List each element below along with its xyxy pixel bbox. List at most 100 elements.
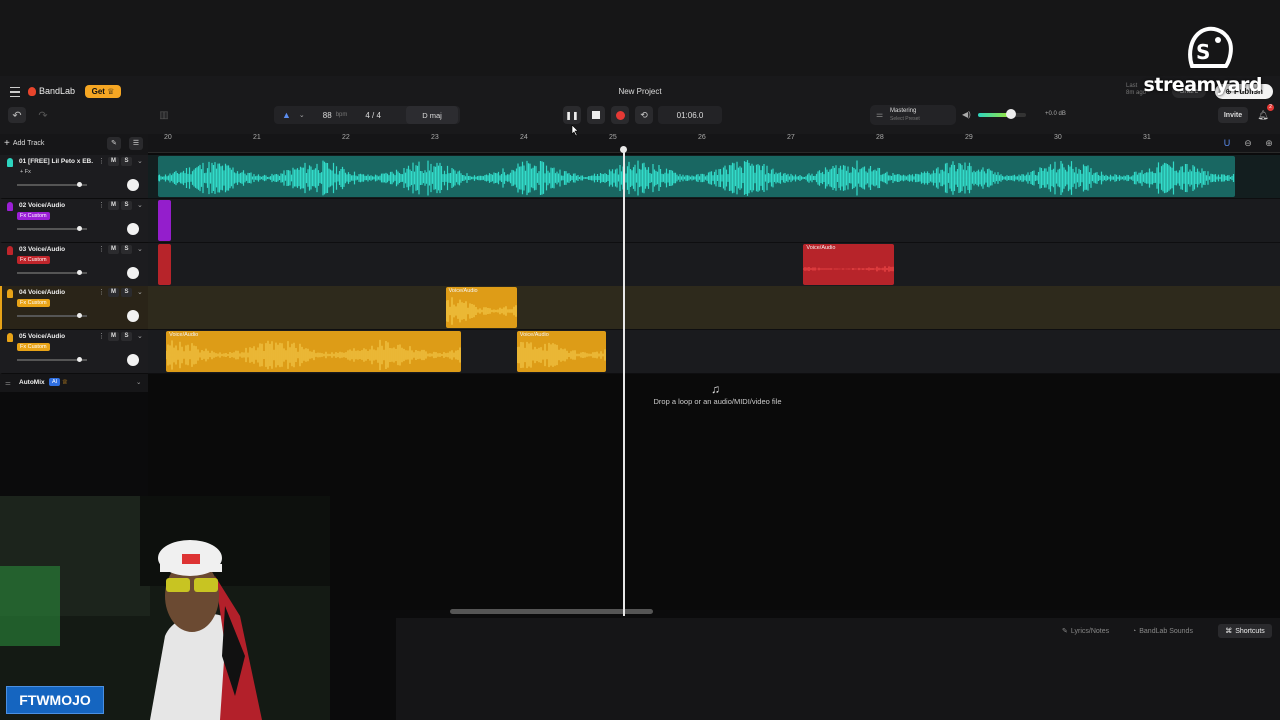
track-name[interactable]: 03 Voice/Audio	[19, 246, 65, 253]
more-icon[interactable]: ⋮	[98, 332, 105, 340]
track-header[interactable]: 01 [FREE] Lil Peto x EB... + Fx ⋮ M S ⌄	[0, 155, 150, 199]
metronome-icon[interactable]: ▲	[282, 110, 291, 120]
redo-button[interactable]: ↷	[34, 107, 52, 123]
chevron-down-icon[interactable]: ⌄	[136, 378, 141, 386]
zoom-out-icon[interactable]: ⊖	[1239, 135, 1257, 151]
bpm-value[interactable]: 88	[323, 111, 332, 120]
zoom-in-icon[interactable]: ⊕	[1260, 135, 1278, 151]
invite-button[interactable]: Invite	[1218, 107, 1248, 123]
arrangement-lanes[interactable]: Voice/Audio Voice/Audio Voice/Audio Voice/A…	[148, 152, 1280, 375]
track-volume-knob[interactable]	[77, 182, 82, 187]
track-lane[interactable]	[148, 242, 1280, 287]
chevron-down-icon[interactable]: ⌄	[137, 201, 143, 209]
ruler-bar-label: 21	[253, 134, 261, 141]
fx-badge[interactable]: Fx Custom	[17, 343, 50, 352]
chevron-down-icon[interactable]: ⌄	[299, 111, 305, 119]
more-icon[interactable]: ⋮	[98, 157, 105, 165]
track-volume-knob[interactable]	[77, 357, 82, 363]
pan-knob[interactable]	[127, 179, 139, 191]
stop-button[interactable]	[587, 106, 605, 124]
chevron-down-icon[interactable]: ⌄	[137, 157, 143, 165]
timeline-ruler[interactable]: 20 21 22 23 24 25 26 27 28 29 30 31	[148, 134, 1280, 153]
lyrics-notes-button[interactable]: ✎ Lyrics/Notes	[1062, 624, 1109, 638]
pan-knob[interactable]	[127, 266, 139, 279]
automix-row[interactable]: ⚌ AutoMix AI ♕ ⌄	[0, 377, 148, 391]
add-track-label: Add Track	[12, 140, 45, 147]
track-lane[interactable]	[148, 286, 1280, 331]
solo-button[interactable]: S	[121, 157, 132, 166]
pencil-icon[interactable]: ✎	[107, 137, 121, 150]
pause-button[interactable]: ❚❚	[563, 106, 581, 124]
shortcuts-button[interactable]: ⌘ Shortcuts	[1218, 624, 1272, 638]
streamyard-watermark: S streamyard	[1144, 22, 1263, 100]
track-name[interactable]: 05 Voice/Audio	[19, 333, 65, 340]
pan-knob[interactable]	[127, 354, 139, 367]
fx-badge[interactable]: Fx Custom	[17, 299, 50, 308]
audio-clip[interactable]: Voice/Audio	[445, 287, 517, 329]
audio-clip[interactable]: Voice/Audio	[166, 331, 461, 373]
pen-icon: ✎	[1062, 628, 1068, 635]
track-header[interactable]: 02 Voice/Audio Fx Custom ⋮ M S ⌄	[0, 198, 150, 243]
track-volume-knob[interactable]	[77, 225, 82, 231]
ruler-bar-label: 20	[164, 134, 172, 141]
crown-icon: ♕	[107, 87, 115, 96]
speaker-icon[interactable]: ◀)	[962, 110, 971, 119]
solo-button[interactable]: S	[121, 288, 132, 298]
pan-knob[interactable]	[127, 310, 139, 323]
record-button[interactable]	[611, 106, 629, 124]
track-name[interactable]: 02 Voice/Audio	[19, 202, 65, 209]
solo-button[interactable]: S	[121, 332, 132, 342]
mute-button[interactable]: M	[108, 288, 119, 298]
bandlab-logo[interactable]: BandLab	[28, 86, 75, 96]
solo-button[interactable]: S	[121, 244, 132, 254]
record-icon	[615, 110, 625, 120]
magnet-icon[interactable]: U	[1218, 135, 1236, 151]
playhead[interactable]	[623, 150, 625, 616]
mute-button[interactable]: M	[108, 244, 119, 254]
project-title[interactable]: New Project	[590, 87, 690, 96]
key-selector[interactable]: D maj	[406, 106, 458, 124]
track-name[interactable]: 04 Voice/Audio	[19, 289, 65, 296]
add-track-button[interactable]: + Add Track	[4, 137, 62, 150]
plus-icon: +	[4, 138, 10, 149]
mastering-button[interactable]: ⚌ Mastering Select Preset	[870, 105, 956, 125]
get-membership-button[interactable]: Get ♕	[85, 85, 121, 98]
solo-button[interactable]: S	[121, 200, 132, 210]
master-volume-slider[interactable]	[978, 113, 1026, 117]
master-volume-knob[interactable]	[1006, 109, 1016, 119]
pan-knob[interactable]	[127, 222, 139, 235]
mute-button[interactable]: M	[108, 157, 119, 166]
track-header[interactable]: 05 Voice/Audio Fx Custom ⋮ M S ⌄	[0, 330, 150, 375]
bandlab-sounds-button[interactable]: ◔ BandLab Sounds	[1132, 624, 1193, 638]
streamyard-logo-icon: S	[1188, 26, 1233, 68]
time-signature[interactable]: 4 / 4	[365, 111, 381, 120]
track-volume-knob[interactable]	[77, 269, 82, 275]
track-name[interactable]: 01 [FREE] Lil Peto x EB...	[19, 158, 93, 165]
mute-button[interactable]: M	[108, 200, 119, 210]
fx-badge[interactable]: Fx Custom	[17, 211, 50, 220]
audio-clip[interactable]	[158, 243, 172, 285]
track-settings-icon[interactable]: ☰	[129, 137, 143, 150]
more-icon[interactable]: ⋮	[98, 245, 105, 253]
audio-clip[interactable]: Voice/Audio	[803, 243, 895, 285]
track-lane[interactable]	[148, 198, 1280, 243]
track-volume-knob[interactable]	[77, 313, 82, 319]
track-header[interactable]: 03 Voice/Audio Fx Custom ⋮ M S ⌄	[0, 242, 150, 287]
track-header[interactable]: 04 Voice/Audio Fx Custom ⋮ M S ⌄	[0, 286, 150, 331]
fx-badge[interactable]: Fx Custom	[17, 255, 50, 264]
loop-button[interactable]: ⟲	[635, 106, 653, 124]
chevron-down-icon[interactable]: ⌄	[137, 332, 143, 340]
mixer-button[interactable]: ▥	[155, 107, 173, 123]
audio-clip[interactable]	[158, 199, 172, 241]
playhead-handle[interactable]	[620, 146, 627, 153]
fx-badge[interactable]: + Fx	[17, 168, 34, 176]
undo-button[interactable]: ↶	[8, 107, 26, 123]
mute-button[interactable]: M	[108, 332, 119, 342]
chevron-down-icon[interactable]: ⌄	[137, 245, 143, 253]
menu-icon[interactable]	[10, 87, 20, 97]
audio-clip[interactable]: Voice/Audio	[516, 331, 606, 373]
more-icon[interactable]: ⋮	[98, 288, 105, 296]
audio-clip[interactable]	[158, 156, 1235, 197]
chevron-down-icon[interactable]: ⌄	[137, 288, 143, 296]
more-icon[interactable]: ⋮	[98, 201, 105, 209]
